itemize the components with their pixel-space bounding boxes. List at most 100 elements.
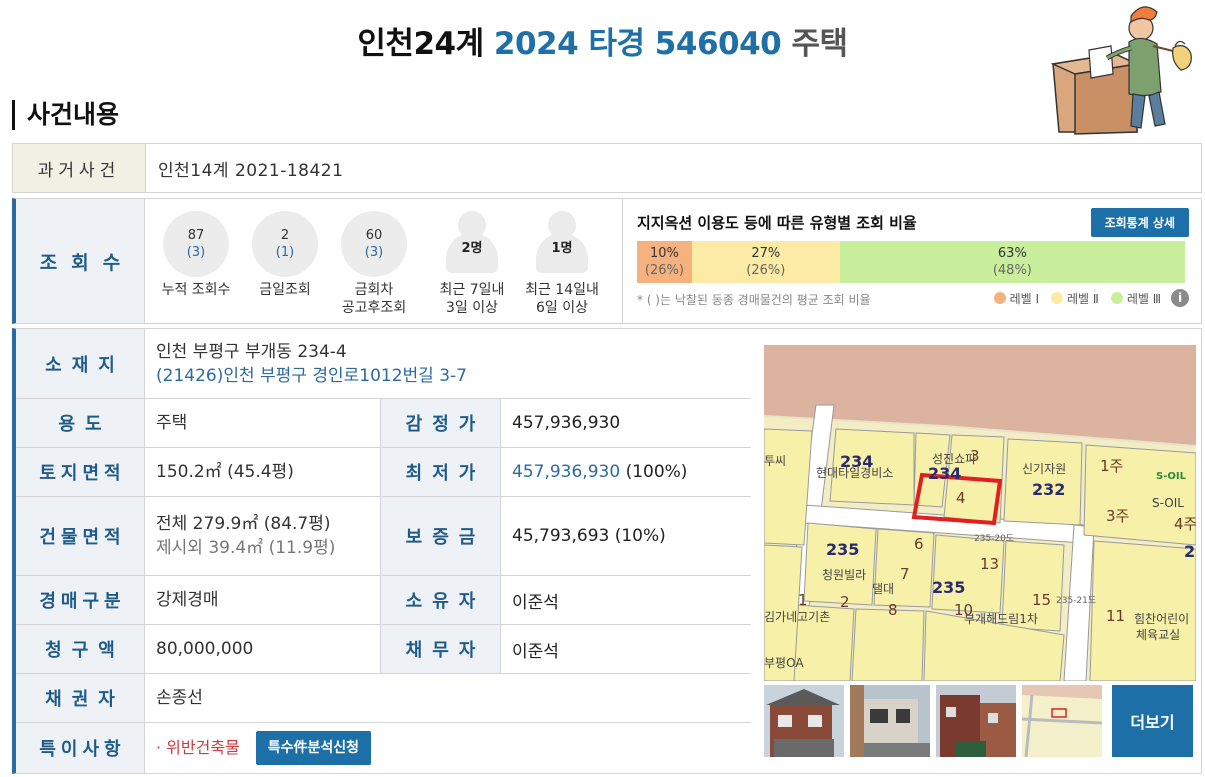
views-label: 조회수 [16,199,145,323]
today-views-circle: 2 (1) [252,211,318,277]
past-case-value[interactable]: 인천14계 2021-18421 [146,144,343,192]
map-place-label: 체육교실 [1136,628,1180,642]
total-views-circle: 87 (3) [163,211,229,277]
recent-14day-label: 최근 14일내 [525,282,599,298]
map-place-label: 댈대 [872,582,894,596]
total-views-value: 87 [187,228,205,243]
today-views: 2 (1) 금일조회 [241,211,329,299]
today-views-value: 2 [280,228,290,243]
map-lot-label: 7 [900,565,910,583]
ratio-avg: (26%) [644,263,684,278]
today-views-sub: (1) [275,245,295,260]
map-lot-label: 15 [1032,591,1051,609]
row-location: 소재지 인천 부평구 부개동 234-4 (21426)인천 부평구 경인로10… [16,329,751,399]
property-category: 주택 [791,26,849,62]
more-button[interactable]: 더보기 [1112,685,1193,757]
ratio-legend: 레벨 Ⅰ 레벨 Ⅱ 레벨 Ⅲ i [986,289,1189,307]
map-place-label: 부개해드림1차 [964,612,1038,626]
map-place-label: 성진쇼파 [932,452,976,466]
deposit-value: 45,793,693 (10%) [512,526,666,546]
total-views-sub: (3) [186,245,206,260]
row-creditor: 채권자 손종선 [16,674,751,723]
recent-7day-sublabel: 3일 이상 [446,300,498,316]
auction-type-label: 경매구분 [16,576,145,624]
row-auction-type: 경매구분 강제경매 소유자 이준석 [16,576,751,625]
building-area-label: 건물면적 [16,497,145,575]
legend-level1: 레벨 Ⅰ [1009,291,1040,306]
recent-14day: 1명 최근 14일내 6일 이상 [518,211,606,317]
row-special: 특이사항 · 위반건축물 특수件분석신청 [16,723,751,773]
map-lot-label: 8 [888,601,898,619]
recent-14day-value: 1명 [551,241,573,256]
past-case-label: 과거사건 [13,144,146,192]
recent-14day-sublabel: 6일 이상 [536,300,588,316]
today-views-label: 금일조회 [259,282,311,298]
map-thumbnail[interactable] [1022,685,1102,757]
photo-thumbnail[interactable] [764,685,844,757]
post-notice-views: 60 (3) 금회차 공고후조회 [330,211,418,317]
map-place-label: 신기자원 [1022,462,1066,476]
recent-7day-value: 2명 [461,241,483,256]
map-lot-label: 13 [980,555,999,573]
map-place-label: 현대타일경비소 [816,466,893,480]
ratio-segment-level2: 27% (26%) [691,241,840,283]
row-land: 토지면적 150.2㎡ (45.4평) 최저가 457,936,930 (100… [16,448,751,497]
total-views-label: 누적 조회수 [161,282,231,298]
deposit-label: 보증금 [381,497,501,575]
recent-7day-label: 최근 7일내 [439,282,505,298]
view-counts: 87 (3) 누적 조회수 2 (1) 금일조회 60 (3) 금회차 공고후조… [145,199,623,323]
ratio-segment-level3: 63% (48%) [839,241,1185,283]
post-notice-views-value: 60 [365,228,383,243]
ratio-avg: (26%) [746,263,786,278]
case-number: 2024 타경 546040 [493,26,782,62]
legend-level3: 레벨 Ⅲ [1126,291,1161,306]
ratio-avg: (48%) [992,263,1032,278]
min-price-value: 457,936,930 (100%) [501,448,750,496]
location-road-address[interactable]: (21426)인천 부평구 경인로1012번길 3-7 [156,364,750,388]
auction-type-value: 강제경매 [145,576,381,624]
map-place-label: 투씨 [764,454,786,468]
info-icon[interactable]: i [1171,289,1189,307]
post-notice-views-circle: 60 (3) [341,211,407,277]
recent-7day: 2명 최근 7일내 3일 이상 [428,211,516,317]
person-icon: 2명 [444,211,500,277]
building-area-total: 전체 279.9㎡ (84.7평) [156,514,331,534]
court-name: 인천24계 [357,26,484,62]
special-value: · 위반건축물 특수件분석신청 [145,723,750,773]
min-price-pct: (100%) [625,462,688,482]
map-lot-label: 232 [1032,480,1065,499]
photo-thumbnail[interactable] [850,685,930,757]
photo-thumbnail[interactable] [936,685,1016,757]
row-use: 용도 주택 감정가 457,936,930 [16,399,751,448]
map-place-label: 235-21도 [1056,596,1096,606]
photo-thumbnails [764,685,1102,757]
location-label: 소재지 [16,329,145,398]
special-analysis-button[interactable]: 특수件분석신청 [255,731,372,765]
location-address: 인천 부평구 부개동 234-4 [156,341,347,362]
ratio-pct: 27% [751,246,781,261]
debtor-value: 이준석 [512,641,559,662]
legend-dot-level2 [1051,292,1064,304]
claim-value: 80,000,000 [145,625,381,673]
map-lot-label: 1주 [1100,457,1123,475]
row-building: 건물면적 전체 279.9㎡ (84.7평) 제시외 39.4㎡ (11.9평)… [16,497,751,576]
map-place-label: 힘찬어린이 [1134,611,1189,626]
ratio-pct: 63% [997,246,1027,261]
debtor-label: 채무자 [381,625,501,673]
violation-badge: · 위반건축물 [156,738,240,757]
map-lot-label: 235 [826,540,859,559]
legend-dot-level3 [1110,292,1123,304]
post-notice-views-label: 금회차 공고후조회 [341,282,407,316]
cadastral-map[interactable]: 234 234 232 235 235 23 3 4 1주 3주 4주 6 13… [764,345,1196,681]
creditor-value: 손종선 [156,688,203,708]
use-value: 주택 [145,399,381,447]
land-area-label: 토지면적 [16,448,145,496]
owner-label: 소유자 [381,576,501,624]
post-notice-views-sub: (3) [364,245,384,260]
appraisal-value: 457,936,930 [512,413,621,433]
creditor-label: 채권자 [16,674,145,722]
row-claim: 청구액 80,000,000 채무자 이준석 [16,625,751,674]
map-lot-label: 1 [798,591,808,609]
view-stats-detail-button[interactable]: 조회통계 상세 [1090,208,1189,237]
past-case-row: 과거사건 인천14계 2021-18421 [12,143,1202,193]
